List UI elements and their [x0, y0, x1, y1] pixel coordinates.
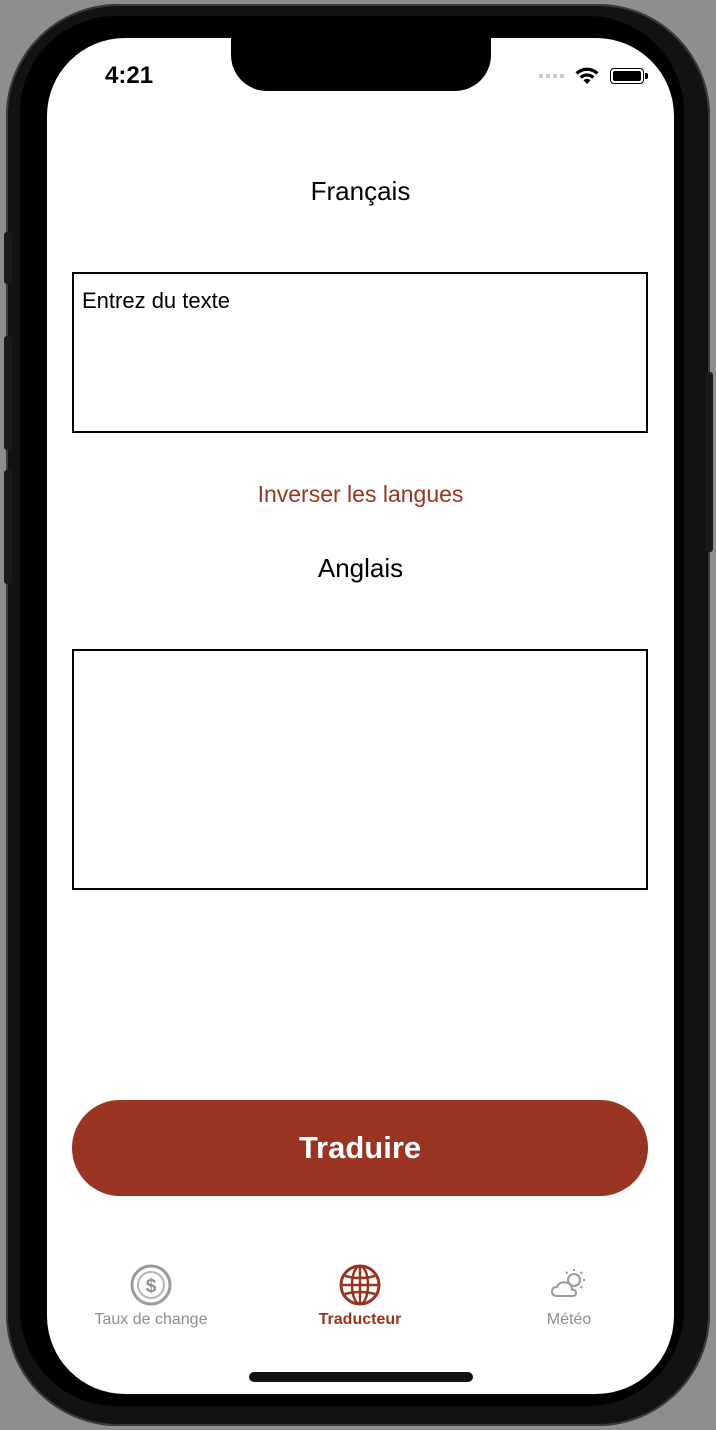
tab-weather[interactable]: Météo	[469, 1263, 669, 1329]
translate-button[interactable]: Traduire	[72, 1100, 648, 1196]
source-language-label: Français	[310, 176, 411, 206]
app-screen: 4:21 Français Inverser les langues Angla…	[47, 38, 674, 1394]
volume-down-button	[4, 470, 12, 584]
cloud-sun-icon	[550, 1269, 585, 1297]
tab-exchange-rate-label: Taux de change	[94, 1311, 208, 1328]
status-icons	[539, 66, 648, 85]
dollar-coin-icon: $	[130, 1264, 172, 1306]
volume-up-button	[4, 336, 12, 450]
tab-exchange-rate[interactable]: $ Taux de change	[51, 1263, 251, 1329]
tab-weather-label: Météo	[546, 1311, 592, 1328]
battery-icon	[610, 67, 648, 84]
mute-switch	[4, 232, 12, 284]
swap-languages-button[interactable]: Inverser les langues	[47, 481, 674, 508]
power-button	[705, 372, 713, 552]
cellular-signal-icon	[539, 73, 564, 78]
tab-translator-label: Traducteur	[318, 1311, 402, 1328]
globe-icon	[339, 1264, 381, 1306]
status-time: 4:21	[105, 62, 154, 89]
svg-text:$: $	[146, 1276, 157, 1297]
source-text-input[interactable]	[72, 272, 648, 433]
tab-bar: $ Taux de change Traducteur Météo	[47, 1263, 674, 1333]
target-language-label: Anglais	[317, 553, 404, 583]
translation-output-field[interactable]	[72, 649, 648, 890]
tab-translator[interactable]: Traducteur	[260, 1263, 460, 1329]
notch	[231, 38, 491, 91]
home-indicator[interactable]	[249, 1372, 473, 1382]
wifi-icon	[575, 67, 599, 84]
